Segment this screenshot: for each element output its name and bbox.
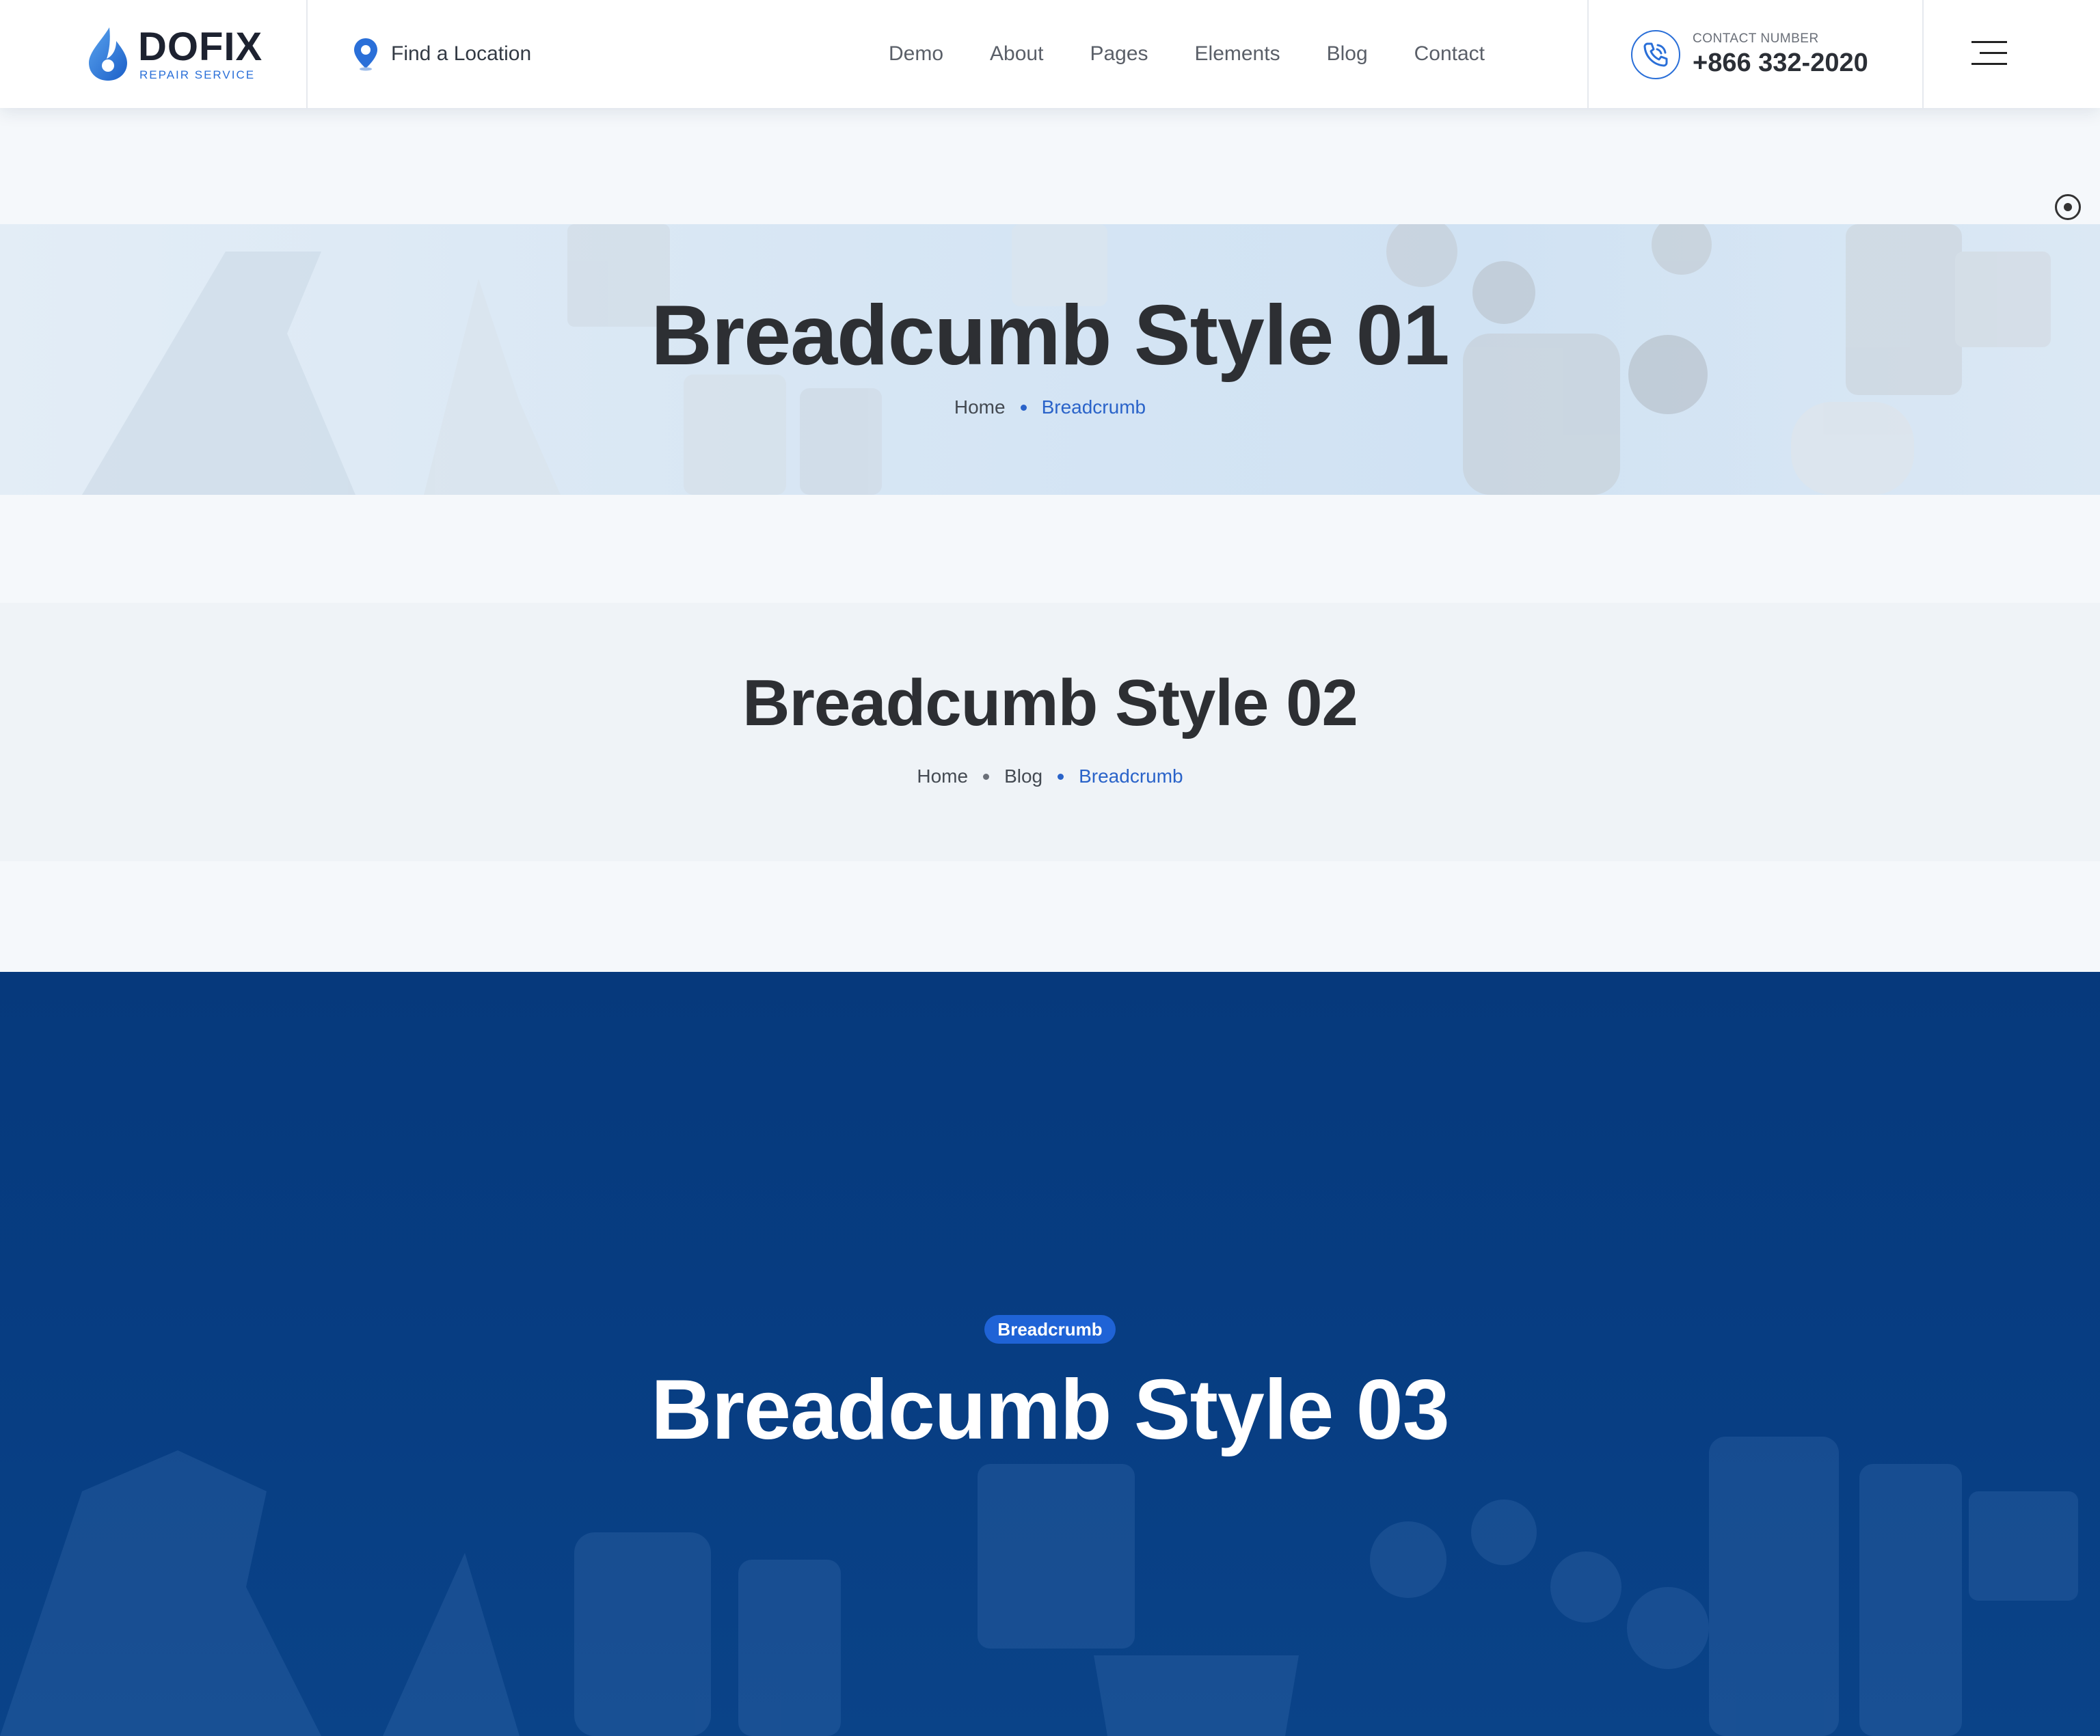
site-header: DOFIX REPAIR SERVICE Find a Location Dem… <box>0 0 2100 108</box>
plumbing-tools-background <box>0 1437 2078 1736</box>
hamburger-menu-icon[interactable] <box>1971 40 2007 67</box>
map-pin-icon <box>354 38 377 71</box>
breadcrumb: Home Blog Breadcrumb <box>0 765 2100 787</box>
page-title: Breadcumb Style 03 <box>651 1363 1449 1457</box>
find-location-label: Find a Location <box>391 42 532 65</box>
breadcrumb-style-03-section: Breadcrumb Breadcumb Style 03 <box>0 972 2100 1736</box>
breadcrumb-separator <box>1058 773 1064 780</box>
nav-contact[interactable]: Contact <box>1414 42 1485 66</box>
scroll-indicator-icon[interactable] <box>2055 194 2081 220</box>
breadcrumb-style-01-section: Breadcumb Style 01 Home Breadcrumb <box>0 224 2100 495</box>
site-logo[interactable]: DOFIX REPAIR SERVICE <box>86 25 271 82</box>
section-badge: Breadcrumb <box>984 1315 1116 1344</box>
nav-elements[interactable]: Elements <box>1195 42 1280 66</box>
breadcrumb: Home Breadcrumb <box>0 396 2100 418</box>
phone-ring-icon <box>1631 30 1680 79</box>
breadcrumb-home-link[interactable]: Home <box>954 396 1006 418</box>
breadcrumb-separator <box>983 773 990 780</box>
nav-blog[interactable]: Blog <box>1327 42 1368 66</box>
nav-demo[interactable]: Demo <box>889 42 943 66</box>
breadcrumb-blog-link[interactable]: Blog <box>1004 765 1042 787</box>
breadcrumb-current: Breadcrumb <box>1079 765 1183 787</box>
logo-name: DOFIX <box>138 25 263 69</box>
breadcrumb-home-link[interactable]: Home <box>917 765 968 787</box>
nav-about[interactable]: About <box>990 42 1043 66</box>
contact-number[interactable]: +866 332-2020 <box>1693 47 1868 79</box>
contact-number-block[interactable]: CONTACT NUMBER +866 332-2020 <box>1631 23 1868 86</box>
main-nav: Demo About Pages Elements Blog Contact <box>889 36 1531 72</box>
breadcrumb-style-02-section: Breadcumb Style 02 Home Blog Breadcrumb <box>0 603 2100 861</box>
water-drop-icon <box>89 27 127 81</box>
contact-label: CONTACT NUMBER <box>1693 31 1819 46</box>
breadcrumb-separator <box>1020 404 1027 411</box>
nav-pages[interactable]: Pages <box>1090 42 1148 66</box>
header-divider <box>1922 0 1924 108</box>
header-divider <box>1587 0 1589 108</box>
page-title: Breadcumb Style 01 <box>651 288 1449 383</box>
page-title: Breadcumb Style 02 <box>742 666 1358 740</box>
breadcrumb-current: Breadcrumb <box>1041 396 1146 418</box>
find-location-link[interactable]: Find a Location <box>351 36 531 72</box>
header-divider <box>306 0 308 108</box>
logo-tagline: REPAIR SERVICE <box>139 68 256 81</box>
